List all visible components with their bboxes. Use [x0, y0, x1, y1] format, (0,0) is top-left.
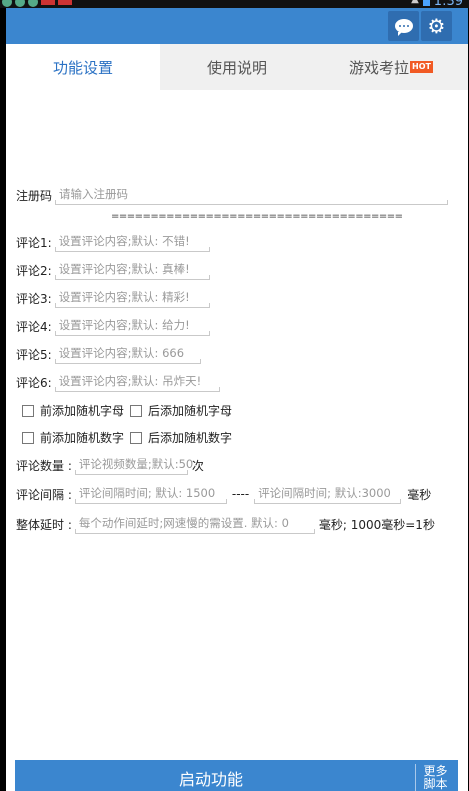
count-row: 评论数量 : 评论视频数量;默认:50 次	[16, 455, 204, 475]
comment-label: 评论6:	[16, 375, 52, 390]
comment-row: 评论4: 设置评论内容;默认: 给力!	[16, 316, 210, 336]
checkbox[interactable]	[130, 431, 143, 444]
prefix-letter-option[interactable]: 前添加随机字母	[22, 402, 124, 419]
tab-settings[interactable]: 功能设置	[6, 44, 160, 90]
comment-row: 评论6: 设置评论内容;默认: 吊炸天!	[16, 372, 220, 392]
comment-label: 评论3:	[16, 291, 52, 306]
more-scripts-button[interactable]: 更多 脚本	[415, 764, 455, 791]
count-input[interactable]: 评论视频数量;默认:50	[74, 455, 193, 475]
interval-unit: 毫秒	[407, 487, 432, 502]
register-row: 注册码 请输入注册码	[16, 185, 449, 205]
checkbox-row: 前添加随机数字 后添加随机数字	[22, 429, 238, 446]
checkbox-label: 前添加随机数字	[40, 431, 125, 445]
comment-input[interactable]: 设置评论内容;默认: 吊炸天!	[54, 372, 220, 392]
gear-icon: ⚙	[427, 14, 446, 38]
comment-label: 评论4:	[16, 319, 52, 334]
comment-input[interactable]: 设置评论内容;默认: 666	[54, 344, 201, 364]
app-screen: ⚙ 功能设置 使用说明 游戏考拉 HOT 注册码 请输入注册码 =========…	[6, 8, 468, 791]
interval-max-input[interactable]: 评论间隔时间; 默认:3000	[254, 484, 402, 504]
comment-label: 评论5:	[16, 347, 52, 362]
status-bar: ▲ 1:39	[0, 0, 469, 8]
comment-input[interactable]: 设置评论内容;默认: 真棒!	[54, 260, 210, 280]
delay-label: 整体延时 :	[16, 517, 72, 532]
status-right: ▲ 1:39	[411, 0, 463, 8]
checkbox[interactable]	[130, 404, 143, 417]
bottom-bar: 启动功能 更多 脚本	[15, 760, 458, 791]
interval-min-input[interactable]: 评论间隔时间; 默认: 1500	[74, 484, 227, 504]
suffix-number-option[interactable]: 后添加随机数字	[130, 429, 232, 446]
comment-row: 评论1: 设置评论内容;默认: 不错!	[16, 232, 210, 252]
comment-label: 评论1:	[16, 235, 52, 250]
tab-label: 功能设置	[52, 58, 113, 77]
prefix-number-option[interactable]: 前添加随机数字	[22, 429, 124, 446]
comment-input[interactable]: 设置评论内容;默认: 给力!	[54, 316, 210, 336]
hot-badge: HOT	[410, 61, 433, 73]
comment-row: 评论2: 设置评论内容;默认: 真棒!	[16, 260, 210, 280]
comment-label: 评论2:	[16, 263, 52, 278]
notification-icon	[41, 0, 55, 5]
checkbox-label: 前添加随机字母	[40, 404, 125, 418]
checkbox[interactable]	[22, 431, 34, 444]
notification-icon	[2, 0, 12, 7]
status-time: 1:39	[433, 0, 463, 8]
checkbox-row: 前添加随机字母 后添加随机字母	[22, 402, 238, 419]
start-button[interactable]: 启动功能	[15, 760, 407, 791]
interval-label: 评论间隔 :	[16, 487, 72, 502]
notification-icon	[58, 0, 72, 5]
register-label: 注册码	[16, 188, 53, 203]
delay-note: 毫秒; 1000毫秒=1秒	[318, 517, 435, 532]
signal-icon: ▲	[411, 0, 419, 5]
register-input[interactable]: 请输入注册码	[55, 185, 449, 205]
notification-icon	[28, 0, 38, 7]
suffix-letter-option[interactable]: 后添加随机字母	[130, 402, 232, 419]
comment-row: 评论5: 设置评论内容;默认: 666	[16, 344, 201, 364]
comment-row: 评论3: 设置评论内容;默认: 精彩!	[16, 288, 210, 308]
app-bar: ⚙	[6, 8, 468, 44]
settings-button[interactable]: ⚙	[421, 11, 452, 41]
count-label: 评论数量 :	[16, 458, 72, 473]
delay-row: 整体延时 : 每个动作间延时;网速慢的需设置. 默认: 0 毫秒; 1000毫秒…	[16, 514, 435, 534]
tab-label: 游戏考拉	[349, 58, 410, 77]
checkbox-label: 后添加随机字母	[148, 404, 233, 418]
battery-icon	[422, 0, 430, 6]
chat-button[interactable]	[388, 11, 419, 41]
tab-instructions[interactable]: 使用说明	[160, 44, 314, 90]
notification-icon	[15, 0, 25, 7]
interval-row: 评论间隔 : 评论间隔时间; 默认: 1500 ---- 评论间隔时间; 默认:…	[16, 484, 431, 504]
tab-label: 使用说明	[206, 58, 267, 77]
tab-game-koala[interactable]: 游戏考拉 HOT	[314, 44, 468, 90]
tab-bar: 功能设置 使用说明 游戏考拉 HOT	[6, 44, 468, 90]
checkbox-label: 后添加随机数字	[148, 431, 233, 445]
delay-input[interactable]: 每个动作间延时;网速慢的需设置. 默认: 0	[74, 514, 315, 534]
count-unit: 次	[191, 458, 204, 473]
checkbox[interactable]	[22, 404, 34, 417]
chat-bubble-icon	[394, 19, 413, 36]
comment-input[interactable]: 设置评论内容;默认: 不错!	[54, 232, 210, 252]
interval-dash: ----	[231, 487, 250, 501]
comment-input[interactable]: 设置评论内容;默认: 精彩!	[54, 288, 210, 308]
notification-icons	[2, 0, 72, 7]
separator: =====================================	[111, 211, 403, 222]
